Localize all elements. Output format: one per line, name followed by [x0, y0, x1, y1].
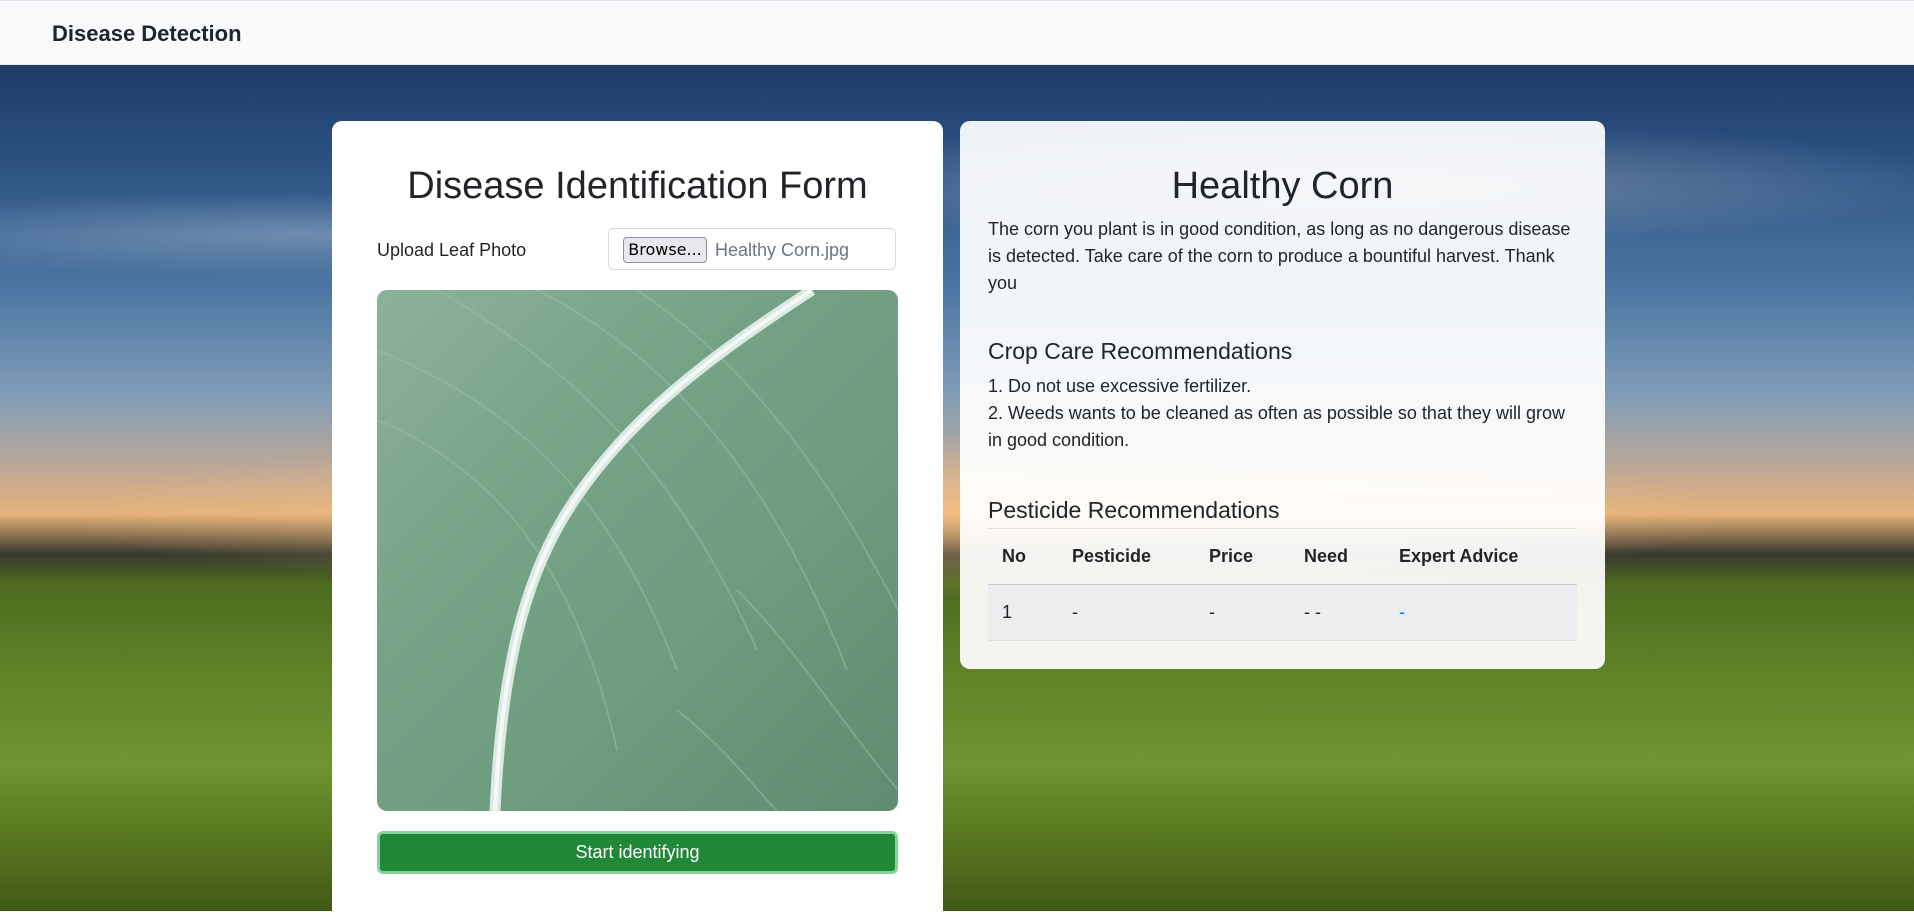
browse-button[interactable]: Browse...: [623, 237, 707, 263]
cell-pesticide: -: [1058, 584, 1195, 641]
table-row: 1 - - - - -: [988, 584, 1577, 641]
navbar-brand[interactable]: Disease Detection: [52, 21, 242, 47]
leaf-photo-file-input[interactable]: Browse... Healthy Corn.jpg: [608, 228, 896, 270]
column-header-no: No: [988, 528, 1058, 585]
cell-no: 1: [988, 584, 1058, 641]
leaf-photo-image: [377, 290, 898, 811]
selected-file-name: Healthy Corn.jpg: [715, 240, 850, 260]
column-header-price: Price: [1195, 528, 1290, 585]
background-field-image: [0, 64, 1914, 911]
care-item: 2. Weeds wants to be cleaned as often as…: [988, 403, 1565, 450]
result-description: The corn you plant is in good condition,…: [988, 219, 1571, 293]
column-header-need: Need: [1290, 528, 1385, 585]
identification-form-card: Disease Identification Form Upload Leaf …: [332, 121, 943, 921]
leaf-photo-preview: [377, 290, 898, 811]
result-card: Healthy Corn The corn you plant is in go…: [960, 121, 1605, 669]
column-header-expert-advice: Expert Advice: [1385, 528, 1577, 585]
result-title: Healthy Corn: [1171, 165, 1394, 207]
navbar: Disease Detection: [0, 0, 1914, 65]
column-header-pesticide: Pesticide: [1058, 528, 1195, 585]
expert-advice-link[interactable]: -: [1399, 602, 1405, 622]
pesticide-table: No Pesticide Price Need Expert Advice 1 …: [988, 528, 1577, 641]
cell-need: - -: [1290, 584, 1385, 641]
care-item: 1. Do not use excessive fertilizer.: [988, 376, 1252, 396]
pesticide-recommendations-title: Pesticide Recommendations: [988, 497, 1280, 523]
start-identifying-button[interactable]: Start identifying: [377, 831, 898, 874]
care-recommendations-list: 1. Do not use excessive fertilizer. 2. W…: [988, 373, 1578, 454]
cell-price: -: [1195, 584, 1290, 641]
form-title: Disease Identification Form: [407, 165, 868, 207]
upload-label: Upload Leaf Photo: [377, 240, 527, 260]
table-header-row: No Pesticide Price Need Expert Advice: [988, 528, 1577, 585]
cell-expert-advice: -: [1385, 584, 1577, 641]
care-recommendations-title: Crop Care Recommendations: [988, 338, 1293, 364]
